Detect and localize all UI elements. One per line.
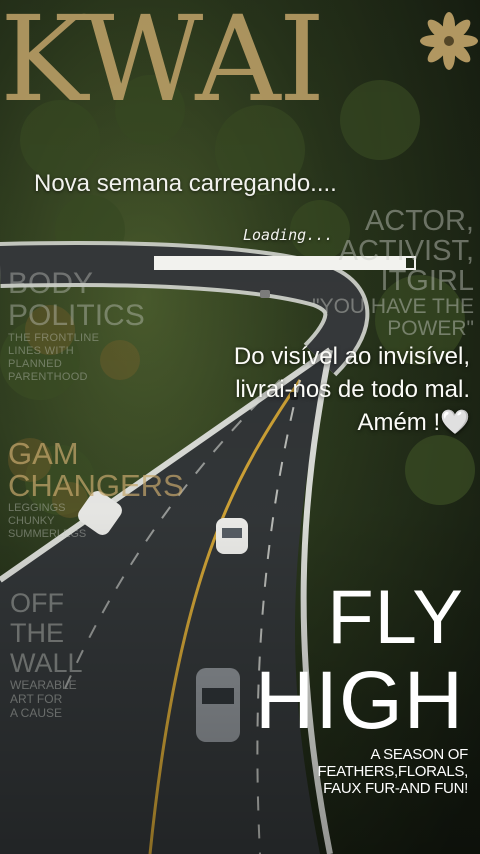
- headline-line-1: FLY: [327, 575, 464, 660]
- cover-text-gam: GAM CHANGERS LEGGINGS CHUNKY SUMMERLEGS: [8, 438, 228, 541]
- cover-line: GAM: [8, 436, 79, 471]
- cover-line: WALL: [10, 648, 83, 678]
- cover-text-right: ACTOR, ACTIVIST, ITGIRL "YOU HAVE THE PO…: [254, 206, 474, 340]
- cover-line: CHUNKY: [8, 515, 55, 527]
- kwai-logo: KWAI: [0, 0, 325, 128]
- cover-line: WEARABLE: [10, 678, 77, 692]
- tagline: A SEASON OF FEATHERS,FLORALS, FAUX FUR-A…: [270, 746, 469, 797]
- cover-line: SUMMERLEGS: [8, 528, 87, 540]
- cover-line: "YOU HAVE THE: [312, 295, 474, 318]
- tagline-line: FEATHERS,FLORALS,: [317, 763, 469, 780]
- cover-line: POLITICS: [8, 299, 145, 332]
- cover-line: ACTIVIST,: [338, 235, 474, 267]
- cover-line: ITGIRL: [380, 265, 474, 297]
- cover-line: OFF: [10, 588, 64, 618]
- cover-line: ART FOR: [10, 692, 63, 706]
- prayer-line: livrai-nos de todo mal.: [235, 376, 470, 403]
- prayer-line: Amém !🤍: [357, 409, 470, 436]
- cover-text-wall: OFF THE WALL WEARABLE ART FOR A CAUSE: [10, 588, 130, 720]
- cover-line: ACTOR,: [364, 205, 474, 237]
- cover-line: BODY: [8, 267, 94, 300]
- headline: FLY HIGH: [240, 578, 464, 744]
- prayer-caption: Do visível ao invisível, livrai-nos de t…: [120, 340, 470, 439]
- cover-line: CHANGERS: [8, 468, 184, 503]
- cover-line: POWER": [387, 317, 474, 340]
- story-status-text: Nova semana carregando....: [34, 170, 337, 197]
- tagline-line: A SEASON OF: [370, 746, 468, 763]
- prayer-line: Do visível ao invisível,: [233, 343, 470, 370]
- cover-line: THE: [10, 618, 64, 648]
- cover-line: LEGGINGS: [8, 502, 66, 514]
- cover-line: A CAUSE: [10, 706, 63, 720]
- tagline-line: FAUX FUR-AND FUN!: [323, 780, 468, 797]
- flower-icon: [420, 12, 478, 70]
- headline-line-2: HIGH: [255, 655, 464, 746]
